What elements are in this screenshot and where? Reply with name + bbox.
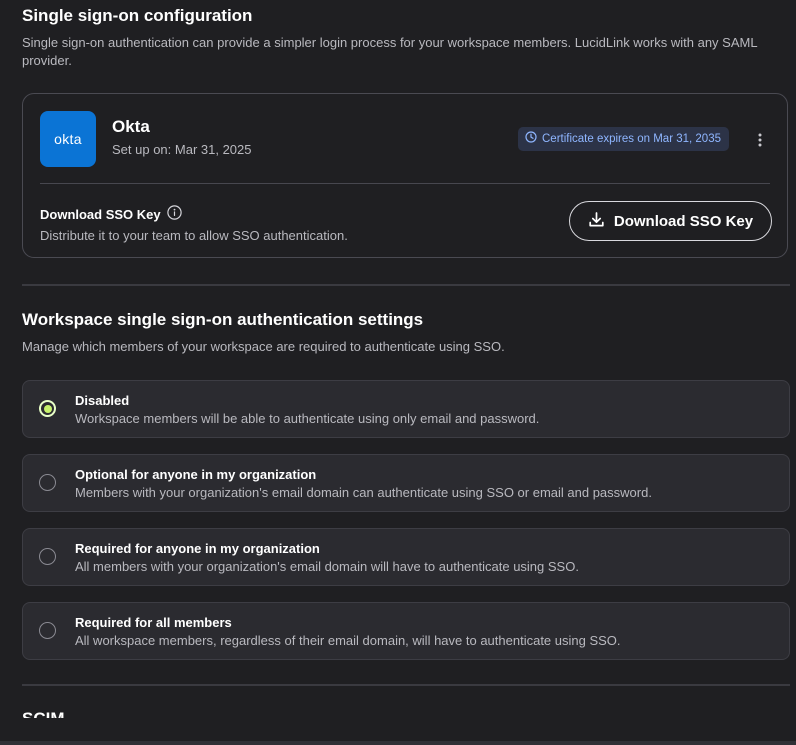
okta-logo: okta xyxy=(40,111,96,167)
sso-config-description: Single sign-on authentication can provid… xyxy=(22,35,758,68)
option-required-all[interactable]: Required for all members All workspace m… xyxy=(22,602,790,660)
option-description: All workspace members, regardless of the… xyxy=(75,633,621,648)
card-divider xyxy=(40,183,770,184)
okta-logo-text: okta xyxy=(54,131,82,147)
sso-settings-page: Single sign-on configuration Single sign… xyxy=(0,0,796,745)
provider-setup-date: Set up on: Mar 31, 2025 xyxy=(112,142,252,157)
download-sso-key-title: Download SSO Key xyxy=(40,206,161,222)
sso-provider-card: okta Okta Set up on: Mar 31, 2025 Certif… xyxy=(22,93,788,258)
info-icon[interactable] xyxy=(166,205,182,223)
radio-required-all[interactable] xyxy=(39,622,56,639)
section-divider xyxy=(22,684,790,686)
option-description: Workspace members will be able to authen… xyxy=(75,411,540,426)
radio-disabled[interactable] xyxy=(39,400,56,417)
option-title: Required for all members xyxy=(75,615,232,630)
radio-optional[interactable] xyxy=(39,474,56,491)
clock-icon xyxy=(525,130,537,148)
option-description: Members with your organization's email d… xyxy=(75,485,652,500)
certificate-expiry-badge: Certificate expires on Mar 31, 2035 xyxy=(518,127,729,151)
section-divider xyxy=(22,284,790,286)
radio-required-org[interactable] xyxy=(39,548,56,565)
option-title: Disabled xyxy=(75,393,130,408)
option-optional[interactable]: Optional for anyone in my organization M… xyxy=(22,454,790,512)
option-title: Optional for anyone in my organization xyxy=(75,467,317,482)
option-title: Required for anyone in my organization xyxy=(75,541,320,556)
provider-name: Okta xyxy=(112,117,150,136)
certificate-expiry-text: Certificate expires on Mar 31, 2035 xyxy=(542,133,721,145)
kebab-vertical-icon[interactable] xyxy=(754,130,766,150)
download-sso-key-description: Distribute it to your team to allow SSO … xyxy=(40,228,348,243)
option-disabled[interactable]: Disabled Workspace members will be able … xyxy=(22,380,790,438)
download-sso-key-button[interactable]: Download SSO Key xyxy=(569,201,772,241)
sso-config-title: Single sign-on configuration xyxy=(22,6,253,25)
option-required-org[interactable]: Required for anyone in my organization A… xyxy=(22,528,790,586)
download-sso-key-button-label: Download SSO Key xyxy=(613,212,754,230)
auth-settings-title: Workspace single sign-on authentication … xyxy=(22,310,424,329)
bottom-bar xyxy=(0,741,796,745)
option-description: All members with your organization's ema… xyxy=(75,559,579,574)
auth-settings-description: Manage which members of your workspace a… xyxy=(22,339,505,354)
download-sso-key-heading: Download SSO Key xyxy=(40,205,182,223)
download-icon xyxy=(588,211,605,231)
